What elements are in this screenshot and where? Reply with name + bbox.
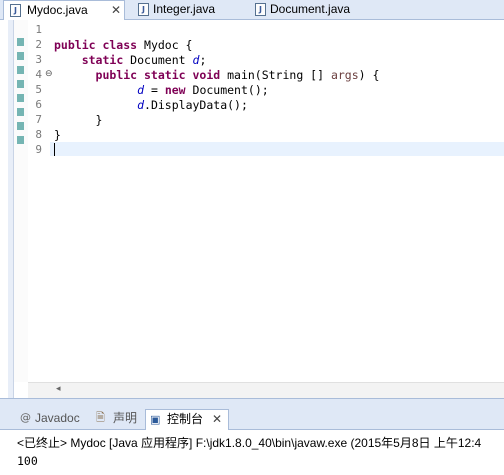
tab-integer-java[interactable]: J Integer.java (132, 0, 242, 20)
keyword: new (164, 83, 186, 97)
code-line: public class Mydoc { (54, 38, 192, 52)
change-marker (17, 122, 24, 130)
code-text: Mydoc { (137, 38, 193, 52)
code-line: d.DisplayData(); (54, 98, 248, 112)
change-marker (17, 136, 24, 144)
declaration-icon: 🗎 (96, 411, 105, 424)
code-text: main(String [] (220, 68, 331, 82)
tab-label: 控制台 (167, 412, 204, 426)
code-text: .DisplayData(); (144, 98, 248, 112)
code-line: d = new Document(); (54, 83, 269, 97)
close-icon[interactable]: ✕ (111, 1, 121, 20)
code-text: } (95, 113, 103, 127)
line-number: 6 (35, 98, 42, 111)
fold-collapse-icon[interactable]: ⊖ (45, 69, 53, 79)
tab-mydoc-java[interactable]: J Mydoc.java ✕ (3, 0, 125, 21)
change-marker (17, 94, 24, 102)
at-sign-icon: @ (20, 411, 31, 424)
console-icon: ▣ (150, 413, 161, 426)
code-line: } (54, 113, 103, 127)
line-number: 8 (35, 128, 42, 141)
tab-declaration[interactable]: 🗎 声明 (96, 410, 144, 428)
java-file-icon: J (138, 3, 149, 16)
line-number: 1 (35, 23, 42, 36)
keyword: static (81, 53, 124, 67)
tab-label: 声明 (113, 411, 138, 425)
code-text: ; (199, 53, 207, 67)
bottom-view-tab-strip: @ Javadoc 🗎 声明 ▣ 控制台 ✕ (0, 406, 504, 430)
keyword: public static void (95, 68, 221, 82)
tab-label: Integer.java (153, 2, 216, 16)
line-number: 2 (35, 38, 42, 51)
tab-label: Javadoc (35, 411, 80, 425)
field-name: d (137, 83, 145, 97)
tab-label: Mydoc.java (27, 3, 88, 17)
tab-label: Document.java (270, 2, 351, 16)
tab-document-java[interactable]: J Document.java (250, 0, 370, 20)
code-text: = (144, 83, 165, 97)
line-number: 7 (35, 113, 42, 126)
text-caret (54, 143, 55, 156)
view-separator (0, 398, 504, 406)
console-status-line: <已终止> Mydoc [Java 应用程序] F:\jdk1.8.0_40\b… (17, 436, 482, 450)
console-output-text: 100 (17, 454, 38, 468)
code-text: } (54, 128, 61, 142)
code-text: ) { (358, 68, 380, 82)
field-name: d (137, 98, 145, 112)
change-marker (17, 108, 24, 116)
change-marker (17, 38, 24, 46)
code-line: static Document d; (54, 53, 207, 67)
line-number: 5 (35, 83, 42, 96)
line-number: 9 (35, 143, 42, 156)
change-marker (17, 52, 24, 60)
code-text: Document (123, 53, 193, 67)
change-ruler (14, 20, 28, 382)
java-file-icon: J (255, 3, 266, 16)
line-number: 4 (35, 68, 42, 81)
horizontal-scrollbar[interactable] (28, 382, 504, 399)
tab-console[interactable]: ▣ 控制台 ✕ (145, 409, 229, 430)
keyword: public class (54, 38, 138, 52)
code-line: } (54, 128, 61, 142)
java-file-icon: J (10, 4, 21, 17)
change-marker (17, 80, 24, 88)
tab-javadoc[interactable]: @ Javadoc (20, 410, 92, 428)
close-icon[interactable]: ✕ (212, 410, 222, 429)
change-marker (17, 66, 24, 74)
scroll-left-arrow-icon[interactable]: ◂ (56, 384, 61, 394)
current-line-highlight (50, 142, 504, 156)
code-line: public static void main(String [] args) … (54, 68, 380, 82)
code-text: Document(); (185, 83, 269, 97)
editor-tab-strip: J Mydoc.java ✕ J Integer.java J Document… (0, 0, 504, 21)
line-number: 3 (35, 53, 42, 66)
parameter-name: args (330, 68, 359, 82)
